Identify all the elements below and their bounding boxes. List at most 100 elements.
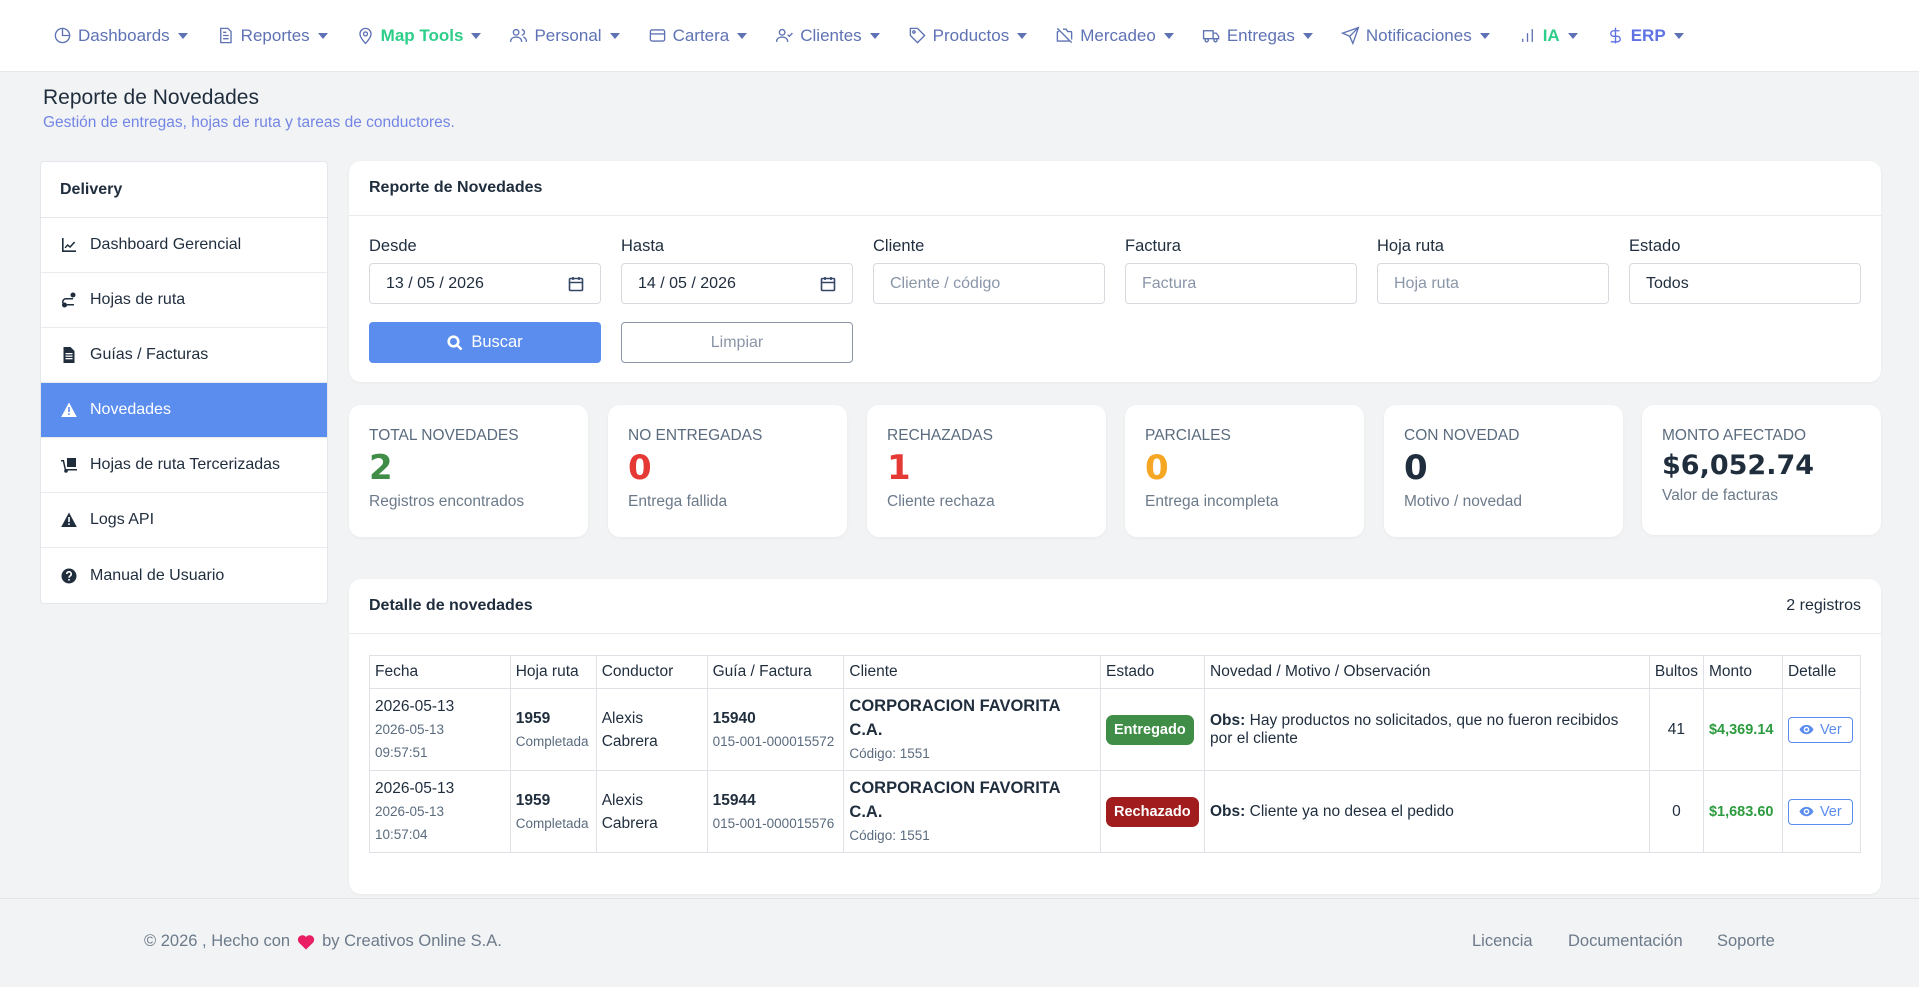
- factura-input[interactable]: Factura: [1125, 263, 1357, 304]
- stat-sub: Motivo / novedad: [1404, 493, 1523, 510]
- hoja-cell: 1959 Completada: [509, 770, 597, 853]
- copyright-text: © 2026 , Hecho con: [144, 932, 291, 950]
- ver-label: Ver: [1819, 803, 1842, 820]
- hoja-number: 1959: [515, 791, 551, 809]
- nav-reportes[interactable]: Reportes: [216, 26, 328, 46]
- top-navbar: Dashboards Reportes Map Tools Personal C…: [0, 0, 1919, 72]
- sidebar-item-logs-api[interactable]: Logs API: [41, 493, 327, 548]
- sidebar-item-hojas-tercerizadas[interactable]: Hojas de ruta Tercerizadas: [41, 438, 327, 493]
- calendar-icon[interactable]: [568, 276, 584, 292]
- nav-clientes[interactable]: Clientes: [775, 25, 880, 46]
- stat-card-parciales: PARCIALES 0 Entrega incompleta: [1125, 405, 1364, 537]
- cliente-label: Cliente: [873, 237, 925, 255]
- calendar-icon[interactable]: [820, 276, 836, 292]
- record-count: 2 registros: [1786, 597, 1861, 614]
- table-row: 2026-05-13 2026-05-13 09:57:51 1959 Comp…: [369, 688, 1862, 771]
- nav-personal[interactable]: Personal: [509, 25, 620, 46]
- desde-field: Desde 13 / 05 / 2026: [369, 237, 601, 304]
- sidebar-item-label: Novedades: [90, 401, 171, 418]
- nav-label: Cartera: [672, 25, 730, 45]
- nav-cartera[interactable]: Cartera: [648, 26, 748, 46]
- sidebar-item-novedades[interactable]: Novedades: [41, 383, 327, 438]
- stat-value: 0: [628, 448, 652, 488]
- stat-card-monto: MONTO AFECTADO $6,052.74 Valor de factur…: [1642, 405, 1881, 535]
- caret-down-icon: [1302, 32, 1313, 39]
- fecha-cell: 2026-05-13 2026-05-13 10:57:04: [369, 770, 511, 853]
- hoja-status: Completada: [515, 815, 589, 831]
- stat-card-rechazadas: RECHAZADAS 1 Cliente rechaza: [867, 405, 1106, 537]
- hora: 09:57:51: [375, 745, 428, 760]
- hoja-ruta-input[interactable]: Hoja ruta: [1377, 263, 1609, 304]
- factura-number: 015-001-000015572: [712, 733, 835, 749]
- nav-label: Entregas: [1226, 25, 1295, 45]
- nav-map-tools[interactable]: Map Tools: [356, 26, 482, 46]
- hoja-ruta-label: Hoja ruta: [1377, 237, 1444, 255]
- footer-link-documentacion[interactable]: Documentación: [1568, 932, 1683, 951]
- cliente-code: Código: 1551: [849, 828, 930, 843]
- caret-down-icon: [317, 32, 328, 39]
- send-icon: [1340, 26, 1360, 45]
- filter-card-title: Reporte de Novedades: [369, 179, 543, 196]
- caret-down-icon: [1017, 32, 1028, 39]
- chart-line-icon: [62, 238, 76, 252]
- nav-dashboards[interactable]: Dashboards: [53, 26, 188, 46]
- column-header: Detalle: [1781, 655, 1862, 689]
- stat-value: 0: [1145, 448, 1169, 488]
- column-header: Conductor: [595, 655, 708, 689]
- copyright-company: by Creativos Online S.A.: [322, 932, 502, 950]
- caret-down-icon: [1479, 32, 1490, 39]
- novedad-cell: Obs: Hay productos no solicitados, que n…: [1204, 688, 1650, 771]
- nav-label: Dashboards: [78, 25, 170, 45]
- cliente-input[interactable]: Cliente / código: [873, 263, 1105, 304]
- hasta-date-input[interactable]: 14 / 05 / 2026: [621, 263, 853, 304]
- nav-ia[interactable]: IA: [1518, 26, 1578, 46]
- stat-value: 0: [1404, 448, 1428, 488]
- bultos-cell: 0: [1648, 770, 1704, 853]
- eye-icon: [1799, 724, 1814, 735]
- page-title: Reporte de Novedades: [43, 86, 259, 109]
- warning-icon: [61, 512, 77, 527]
- estado-label: Estado: [1629, 237, 1681, 255]
- footer-link-soporte[interactable]: Soporte: [1717, 932, 1775, 951]
- nav-label: Personal: [534, 25, 602, 45]
- nav-mercadeo[interactable]: Mercadeo: [1055, 26, 1174, 46]
- fecha: 2026-05-13: [375, 780, 455, 797]
- sidebar-item-guias-facturas[interactable]: Guías / Facturas: [41, 328, 327, 383]
- ver-button[interactable]: Ver: [1787, 798, 1853, 825]
- footer-link-licencia[interactable]: Licencia: [1472, 932, 1533, 951]
- stat-sub: Entrega fallida: [628, 493, 728, 510]
- ver-button[interactable]: Ver: [1787, 716, 1853, 743]
- stat-card-total: TOTAL NOVEDADES 2 Registros encontrados: [349, 405, 588, 537]
- limpiar-button[interactable]: Limpiar: [621, 322, 853, 363]
- ver-label: Ver: [1819, 721, 1842, 738]
- estado-select[interactable]: Todos: [1629, 263, 1861, 304]
- monto-cell: $1,683.60: [1702, 770, 1783, 853]
- nav-erp[interactable]: ERP: [1606, 26, 1684, 46]
- stat-value: $6,052.74: [1662, 450, 1815, 481]
- nav-productos[interactable]: Productos: [908, 26, 1028, 46]
- nav-label: Clientes: [800, 25, 862, 45]
- dollar-icon: [1609, 27, 1621, 44]
- buscar-button[interactable]: Buscar: [369, 322, 601, 363]
- bars-icon: [1521, 29, 1533, 42]
- buscar-label: Buscar: [471, 333, 523, 351]
- column-header: Fecha: [369, 655, 511, 689]
- nav-label: ERP: [1630, 25, 1666, 45]
- sidebar-item-hojas-de-ruta[interactable]: Hojas de ruta: [41, 273, 327, 328]
- sidebar-item-dashboard-gerencial[interactable]: Dashboard Gerencial: [41, 218, 327, 273]
- detalle-cell: Ver: [1781, 688, 1862, 771]
- map-pin-icon: [358, 27, 372, 45]
- conductor-cell: Alexis Cabrera: [595, 770, 708, 853]
- sidebar-item-manual-usuario[interactable]: Manual de Usuario: [41, 548, 327, 603]
- cliente-cell: CORPORACION FAVORITA C.A. Código: 1551: [843, 770, 1102, 853]
- dolly-icon: [61, 458, 77, 473]
- nav-entregas[interactable]: Entregas: [1202, 26, 1313, 46]
- cliente-name: CORPORACION FAVORITA C.A.: [849, 779, 1060, 821]
- copyright: © 2026 , Hecho con by Creativos Online S…: [144, 932, 502, 951]
- desde-date-input[interactable]: 13 / 05 / 2026: [369, 263, 601, 304]
- table-row: 2026-05-13 2026-05-13 10:57:04 1959 Comp…: [369, 770, 1862, 853]
- guia-number: 15940: [712, 709, 756, 727]
- cliente-name: CORPORACION FAVORITA C.A.: [849, 697, 1060, 739]
- nav-label: Productos: [932, 25, 1010, 45]
- nav-notificaciones[interactable]: Notificaciones: [1340, 26, 1490, 46]
